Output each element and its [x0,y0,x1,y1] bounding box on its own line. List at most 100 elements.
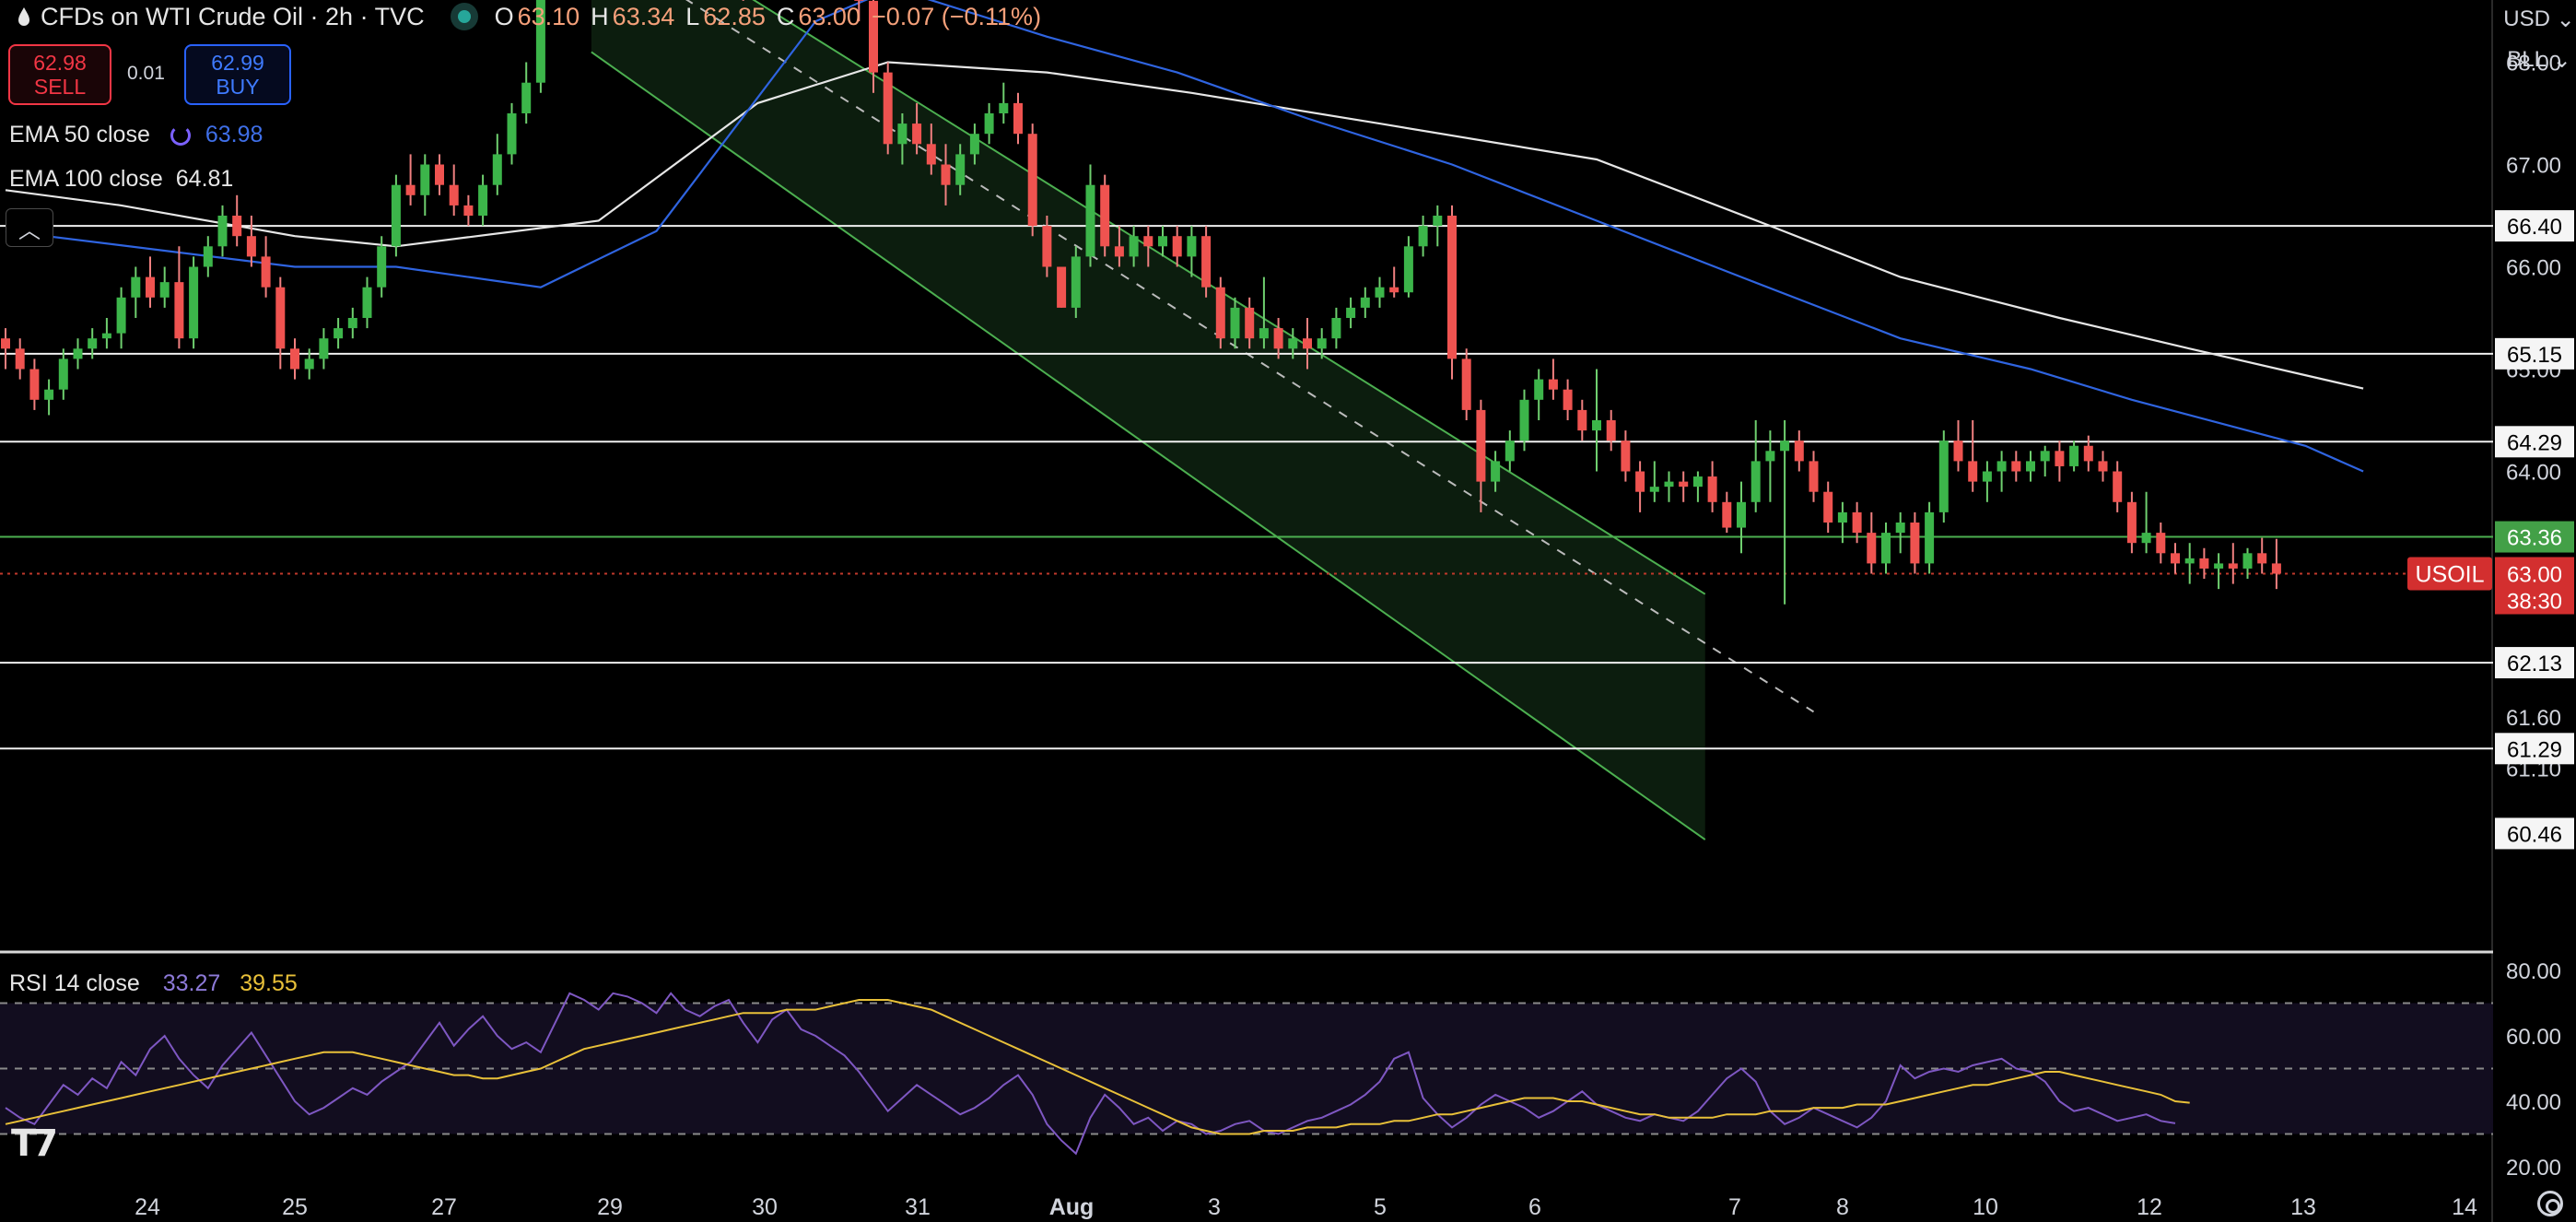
candle-body [1346,307,1356,318]
time-tick-label: 25 [282,1194,308,1220]
sell-button[interactable]: 62.98 SELL [8,44,111,105]
candle-body [1621,441,1631,472]
candle-body [1823,491,1833,523]
candle-body [1491,461,1501,482]
candle-body [1259,328,1269,339]
candle-body [478,184,488,216]
candle-body [131,276,141,298]
candle-body [1577,409,1587,431]
chevron-down-icon: ⌄ [2556,6,2575,32]
candle-body [2184,558,2195,564]
candle-body [2156,533,2166,554]
candle-body [2098,461,2108,472]
candle-body [492,154,502,185]
candle-body [912,123,922,145]
time-tick-label: 6 [1528,1194,1541,1220]
candle-body [1071,256,1081,308]
candle-body [334,328,344,339]
candle-body [73,348,83,359]
candle-body [955,154,966,185]
candle-body [15,348,25,370]
candle-body [101,333,111,339]
candle-body [347,318,357,329]
collapse-legend-button[interactable]: ︿ [6,208,53,247]
candle-body [2214,563,2224,569]
candle-body [1085,184,1095,257]
candle-body [159,282,170,298]
candle-body [1057,266,1067,308]
candle-body [2242,553,2253,569]
candle-body [2228,563,2238,569]
sync-icon[interactable] [170,124,191,146]
candle-body [146,276,155,298]
symbol-title[interactable]: CFDs on WTI Crude Oil · 2h · TVC [41,3,425,31]
time-tick-label: 27 [431,1194,457,1220]
candle-body [391,184,401,247]
price-tick-label: 64.00 [2506,461,2561,486]
candle-body [304,358,314,370]
candle-body [1794,441,1804,462]
candle-body [1881,533,1891,564]
candle-body [507,113,517,155]
candle-body [1461,358,1471,410]
candle-body [969,134,979,155]
rsi-tick-label: 80.00 [2506,959,2561,984]
candle-body [1982,471,1992,482]
candle-body [2141,533,2151,544]
price-level-label: 66.40 [2507,215,2562,240]
candle-body [362,287,372,318]
candle-body [1692,476,1703,488]
candle-body [1100,184,1110,247]
candle-body [1968,461,1978,482]
candle-body [521,82,532,113]
ema50-legend[interactable]: EMA 50 close 63.98 [9,122,263,148]
open-value: 63.10 [517,2,580,30]
candle-body [29,369,40,400]
price-level-label: 63.36 [2507,526,2562,551]
settings-icon[interactable] [2537,1191,2563,1216]
candle-body [1852,511,1862,534]
candle-body [1303,338,1312,349]
chart-canvas[interactable]: 68.0067.0066.0065.0064.0061.6061.1066.40… [0,0,2576,1222]
rsi-ma-value: 39.55 [240,970,298,996]
symbol-label: USOIL [2415,562,2484,588]
unit-select[interactable]: BLL ⌄ [2502,41,2576,79]
candle-body [261,256,271,288]
candle-body [2083,445,2093,462]
candle-body [203,246,213,267]
candle-body [1649,487,1659,492]
price-level-label: 64.29 [2507,430,2562,455]
candle-body [2271,563,2281,574]
candle-body [1317,338,1327,349]
time-tick-label: 29 [597,1194,623,1220]
tradingview-logo[interactable]: T7 [11,1122,58,1165]
candle-body [2069,445,2079,466]
candle-body [1996,461,2007,472]
ema100-legend[interactable]: EMA 100 close 64.81 [9,166,233,193]
spread-value: 0.01 [127,63,165,84]
candle-body [1534,379,1544,400]
candle-body [1158,236,1167,247]
currency-select[interactable]: USD ⌄ [2502,0,2576,39]
time-tick-label: 12 [2137,1194,2162,1220]
rsi-legend[interactable]: RSI 14 close 33.27 39.55 [9,970,298,997]
time-tick-label: 3 [1208,1194,1221,1220]
candle-body [246,236,256,257]
candle-body [1519,399,1529,441]
candle-body [2113,471,2123,502]
time-tick-label: 10 [1973,1194,1998,1220]
candle-body [1505,441,1515,462]
candle-body [1375,287,1385,298]
candle-body [290,348,299,370]
change-value: −0.07 (−0.11%) [871,2,1042,30]
candle-body [58,358,68,390]
price-level-label: 65.15 [2507,343,2562,368]
unit-label: BLL [2507,47,2547,72]
high-label: H [591,2,609,30]
candle-body [1114,246,1124,257]
buy-button[interactable]: 62.99 BUY [184,44,291,105]
candle-body [1143,236,1153,247]
ema50-value: 63.98 [205,122,263,147]
candle-body [1172,236,1182,257]
market-status-icon[interactable] [457,10,471,23]
